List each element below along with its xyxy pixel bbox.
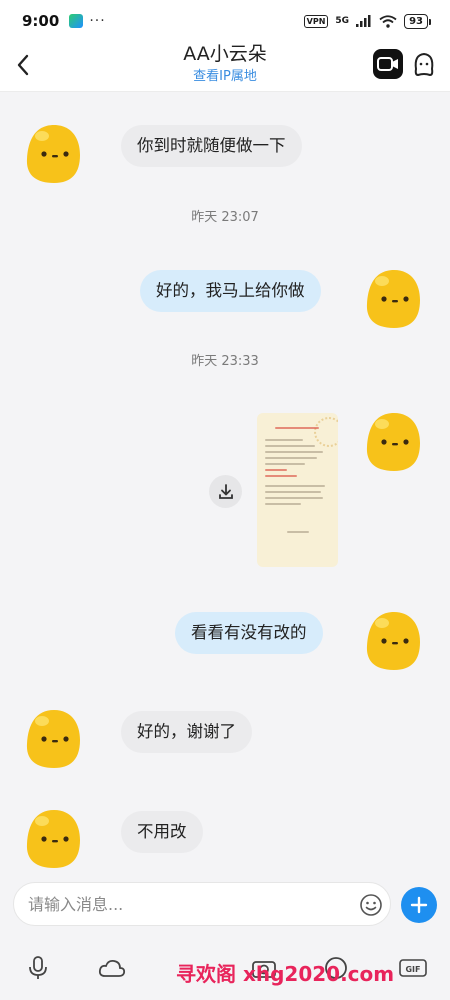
message-input-container [13,882,391,926]
video-call-button[interactable] [373,49,403,79]
status-time: 9:00 [22,12,60,30]
message-input[interactable] [28,883,348,925]
user-profile-icon [414,52,434,77]
contact-avatar[interactable] [22,121,86,185]
add-attachment-button[interactable] [401,887,437,923]
svg-text:GIF: GIF [405,965,420,974]
message-bubble-incoming[interactable]: 你到时就随便做一下 [121,125,302,167]
app-notification-icon [69,14,84,28]
image-text-line [287,531,309,533]
plus-icon [410,896,428,914]
image-text-line [265,491,321,493]
my-avatar[interactable] [362,266,426,330]
image-text-line [265,485,325,487]
network-type: 5G [335,16,350,26]
message-bubble-incoming[interactable]: 不用改 [121,811,203,853]
download-button[interactable] [209,475,242,508]
input-bar: GIF 寻欢阁 xhg2020.com [0,870,450,1000]
message-bubble-incoming[interactable]: 好的，谢谢了 [121,711,252,753]
cloud-button[interactable] [98,954,126,982]
my-avatar[interactable] [362,608,426,672]
image-text-line [265,503,301,505]
image-text-line [265,463,305,465]
message-bubble-outgoing[interactable]: 好的，我马上给你做 [140,270,321,312]
status-bar: 9:00 ··· VPN 5G 93 [0,0,450,42]
contact-avatar[interactable] [22,706,86,770]
mic-icon [29,956,47,979]
my-avatar[interactable] [362,409,426,473]
signal-icon [356,15,371,27]
profile-button[interactable] [410,49,438,79]
contact-avatar[interactable] [22,806,86,870]
input-toolbar: GIF 寻欢阁 xhg2020.com [0,950,450,990]
image-text-line [265,445,315,447]
battery-indicator: 93 [404,13,431,29]
chat-header: AA小云朵 查看IP属地 [0,42,450,92]
image-message[interactable] [257,413,338,567]
voice-button[interactable] [24,954,52,982]
image-text-line [265,497,323,499]
message-timestamp: 昨天 23:07 [191,210,259,225]
image-text-line [265,469,287,471]
message-bubble-outgoing[interactable]: 看看有没有改的 [175,612,323,654]
emoji-icon [360,894,382,916]
more-notifications-icon: ··· [89,13,106,29]
image-decoration [314,417,338,447]
cloud-icon [98,959,126,977]
message-timestamp: 昨天 23:33 [191,354,259,369]
gif-icon: GIF [399,959,427,977]
emoji-button[interactable] [359,893,383,917]
video-camera-icon [377,57,398,71]
image-text-line [265,439,303,441]
image-text-line [265,457,317,459]
vpn-indicator: VPN [303,14,329,28]
image-text-line [265,451,323,453]
watermark-text: 寻欢阁 xhg2020.com [176,962,395,986]
download-icon [218,483,233,499]
gif-button[interactable]: GIF [398,954,428,982]
image-text-line [265,475,297,477]
image-text-line [275,427,319,429]
wifi-icon [379,14,397,28]
